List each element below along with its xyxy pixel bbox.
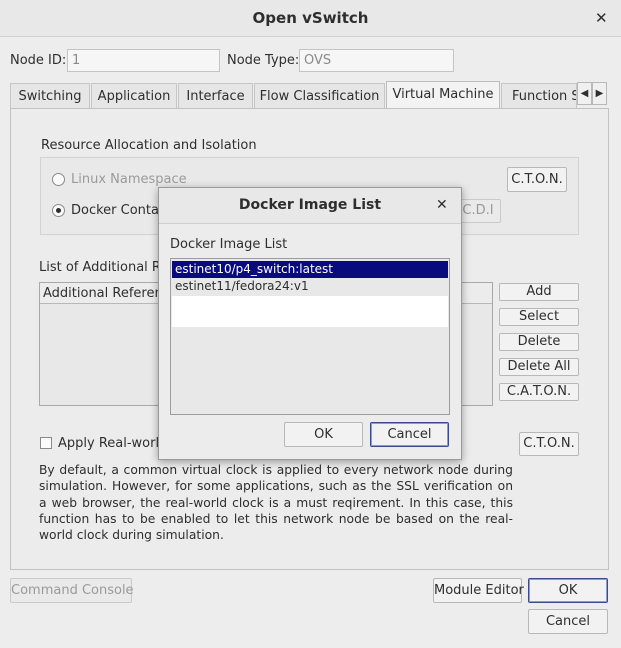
additional-refs-heading: List of Additional Re — [39, 260, 169, 275]
realworld-caton-button[interactable]: C.T.O.N. — [519, 432, 579, 456]
close-icon[interactable]: ✕ — [595, 9, 608, 27]
dialog-close-icon[interactable]: ✕ — [436, 197, 448, 213]
radio-linux-namespace-label: Linux Namespace — [71, 172, 187, 187]
list-item[interactable]: estinet11/fedora24:v1 — [172, 278, 448, 295]
docker-image-list-dialog: Docker Image List ✕ Docker Image List es… — [158, 187, 462, 460]
tab-scroll-right-icon[interactable]: ▶ — [592, 82, 607, 105]
refs-caton-button[interactable]: C.A.T.O.N. — [499, 383, 579, 401]
resource-heading: Resource Allocation and Isolation — [41, 138, 257, 153]
tab-scroll-left-icon[interactable]: ◀ — [577, 82, 592, 105]
ok-button[interactable]: OK — [528, 578, 608, 603]
apply-realworld-checkbox[interactable] — [40, 437, 52, 449]
dialog-title: Docker Image List — [238, 197, 382, 213]
tab-switching[interactable]: Switching — [10, 83, 90, 109]
list-item[interactable]: estinet10/p4_switch:latest — [172, 261, 448, 278]
select-button[interactable]: Select — [499, 308, 579, 326]
delete-button[interactable]: Delete — [499, 333, 579, 351]
radio-docker-container-label: Docker Contai — [71, 203, 163, 218]
add-button[interactable]: Add — [499, 283, 579, 301]
node-type-field[interactable]: OVS — [299, 49, 454, 72]
realworld-description: By default, a common virtual clock is ap… — [39, 463, 513, 543]
dialog-cancel-button[interactable]: Cancel — [370, 422, 449, 447]
dialog-title-bar: Docker Image List ✕ — [159, 188, 461, 224]
tab-virtual-machine[interactable]: Virtual Machine — [386, 81, 500, 109]
node-id-label: Node ID: — [10, 53, 67, 68]
list-empty-area — [172, 296, 448, 327]
radio-docker-container[interactable] — [52, 204, 65, 217]
radio-linux-namespace[interactable] — [52, 173, 65, 186]
title-bar: Open vSwitch ✕ — [0, 0, 621, 37]
dialog-list-label: Docker Image List — [170, 237, 288, 252]
window-title: Open vSwitch — [252, 9, 369, 27]
delete-all-button[interactable]: Delete All — [499, 358, 579, 376]
tab-application[interactable]: Application — [91, 83, 177, 109]
docker-image-listbox[interactable]: estinet10/p4_switch:latest estinet11/fed… — [170, 258, 450, 415]
dialog-ok-button[interactable]: OK — [284, 422, 363, 447]
resource-caton-button[interactable]: C.T.O.N. — [507, 167, 567, 192]
module-editor-button[interactable]: Module Editor — [433, 578, 524, 603]
tab-interface[interactable]: Interface — [178, 83, 253, 109]
tab-flow-classification[interactable]: Flow Classification — [254, 83, 385, 109]
node-id-field[interactable]: 1 — [67, 49, 220, 72]
tab-function-switch[interactable]: Function Sw — [501, 83, 577, 109]
cancel-button[interactable]: Cancel — [528, 609, 608, 634]
command-console-button[interactable]: Command Console — [10, 578, 134, 603]
node-type-label: Node Type: — [227, 53, 300, 68]
apply-realworld-label: Apply Real-world — [58, 436, 168, 451]
